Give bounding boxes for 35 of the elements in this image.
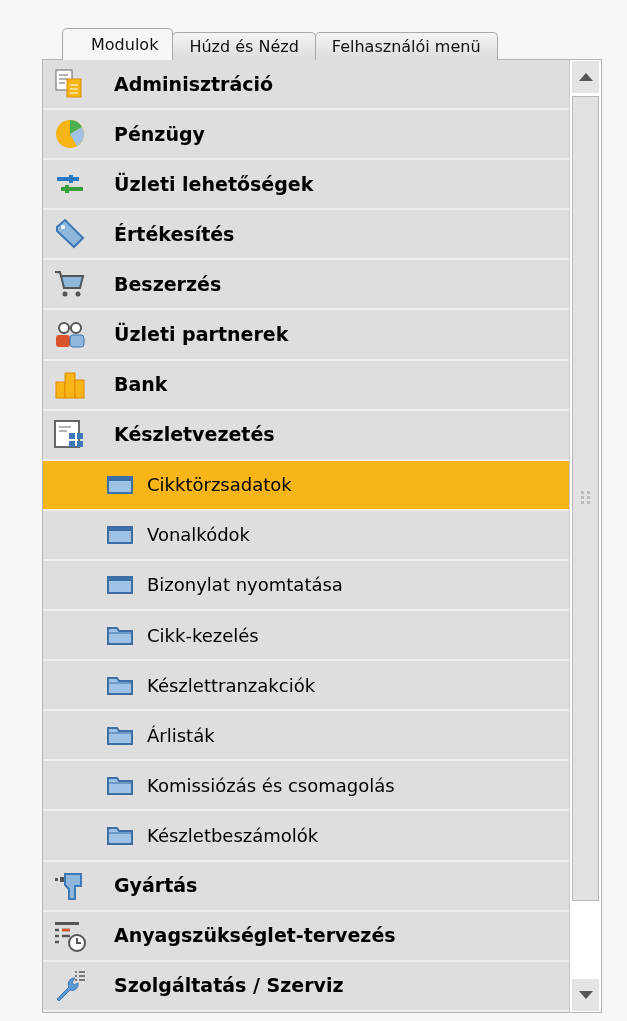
window-icon <box>107 474 133 495</box>
submenu-item[interactable]: Árlisták <box>43 711 569 762</box>
submenu-item[interactable]: Cikktörzsadatok <box>43 460 569 511</box>
tab[interactable]: Felhasználói menü <box>314 32 498 60</box>
folder-icon <box>107 625 133 646</box>
submenu-item[interactable]: Komissiózás és csomagolás <box>43 761 569 812</box>
module-item[interactable]: Adminisztráció <box>43 60 569 111</box>
module-item[interactable]: Üzleti lehetőségek <box>43 160 569 211</box>
folder-icon <box>107 825 133 846</box>
module-item[interactable]: Pénzügy <box>43 110 569 161</box>
submenu-item[interactable]: Cikk-kezelés <box>43 611 569 662</box>
submenu-item[interactable]: Bizonylat nyomtatása <box>43 560 569 612</box>
folder-icon <box>107 675 133 696</box>
window-icon <box>107 524 133 545</box>
submenu-item[interactable]: Készlettranzakciók <box>43 661 569 712</box>
folder-icon <box>107 775 133 796</box>
window-icon <box>107 575 133 595</box>
module-item[interactable]: Értékesítés <box>43 210 569 261</box>
grip-icon <box>580 491 591 506</box>
scroll-up-button[interactable] <box>572 61 599 93</box>
tab[interactable]: Húzd és Nézd <box>172 32 316 60</box>
submenu-item[interactable]: Vonalkódok <box>43 510 569 561</box>
folder-icon <box>107 725 133 746</box>
module-item[interactable]: Anyagszükséglet-tervezés <box>43 911 569 962</box>
module-item[interactable]: Szolgáltatás / Szerviz <box>43 961 569 1012</box>
module-item[interactable]: Üzleti partnerek <box>43 310 569 361</box>
module-item[interactable]: Bank <box>43 360 569 411</box>
submenu-item[interactable]: Készletbeszámolók <box>43 811 569 862</box>
up-arrow-icon <box>578 73 593 81</box>
scroll-down-button[interactable] <box>572 978 599 1011</box>
tab[interactable]: Modulok <box>62 28 174 60</box>
scrollbar-thumb[interactable] <box>572 96 599 901</box>
down-arrow-icon <box>578 990 593 999</box>
module-item[interactable]: Beszerzés <box>43 260 569 311</box>
module-item[interactable]: Gyártás <box>43 861 569 912</box>
